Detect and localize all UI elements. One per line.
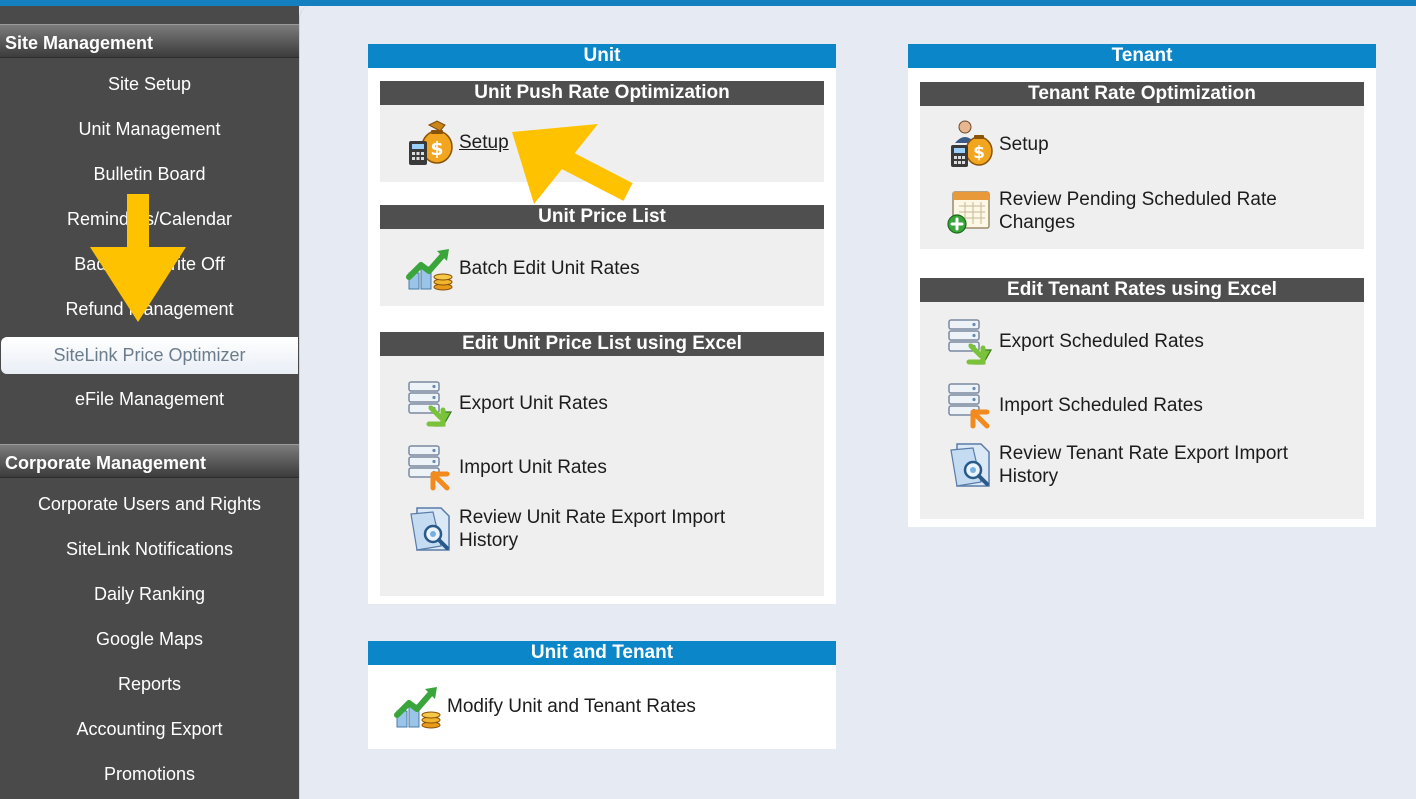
- corporate-management-header[interactable]: Corporate Management: [0, 444, 299, 478]
- unit-panel-title: Unit: [368, 44, 836, 68]
- sidebar-item-sitelink-price-optimizer[interactable]: SiteLink Price Optimizer: [1, 337, 298, 374]
- unit-and-tenant-title: Unit and Tenant: [368, 641, 836, 665]
- unit-excel-title: Edit Unit Price List using Excel: [380, 332, 824, 356]
- export-scheduled-rates-label: Export Scheduled Rates: [999, 330, 1204, 352]
- database-export-icon: [405, 378, 455, 428]
- review-document-icon: [945, 440, 995, 490]
- unit-push-rate-box: Unit Push Rate Optimization Setup: [380, 81, 824, 182]
- tenant-rate-optimization-box: Tenant Rate Optimization Setup Review Pe…: [920, 82, 1364, 249]
- sidebar-item-reminders-calendar[interactable]: Reminders/Calendar: [0, 197, 299, 242]
- chart-up-coins-icon: [393, 681, 443, 731]
- tenant-setup-label: Setup: [999, 133, 1049, 155]
- batch-edit-unit-rates-link[interactable]: Batch Edit Unit Rates: [405, 243, 640, 293]
- export-scheduled-rates-link[interactable]: Export Scheduled Rates: [945, 316, 1204, 366]
- sidebar-item-promotions[interactable]: Promotions: [0, 752, 299, 797]
- chart-up-coins-icon: [405, 243, 455, 293]
- export-unit-rates-link[interactable]: Export Unit Rates: [405, 378, 608, 428]
- review-tenant-rate-history-label: Review Tenant Rate Export Import History: [999, 443, 1289, 487]
- tenant-panel-title: Tenant: [908, 44, 1376, 68]
- import-scheduled-rates-label: Import Scheduled Rates: [999, 394, 1203, 416]
- import-scheduled-rates-link[interactable]: Import Scheduled Rates: [945, 380, 1203, 430]
- site-management-header[interactable]: Site Management: [0, 24, 299, 58]
- unit-price-list-box: Unit Price List Batch Edit Unit Rates: [380, 205, 824, 306]
- sidebar-item-accounting-export[interactable]: Accounting Export: [0, 707, 299, 752]
- tenant-setup-link[interactable]: Setup: [945, 119, 1049, 169]
- money-bag-calculator-icon: [405, 117, 455, 167]
- database-import-icon: [405, 442, 455, 492]
- sidebar-item-site-setup[interactable]: Site Setup: [0, 62, 299, 107]
- review-unit-rate-history-link[interactable]: Review Unit Rate Export Import History: [405, 504, 725, 554]
- database-import-icon: [945, 380, 995, 430]
- review-document-icon: [405, 504, 455, 554]
- tenant-excel-box: Edit Tenant Rates using Excel Export Sch…: [920, 278, 1364, 519]
- unit-push-rate-title: Unit Push Rate Optimization: [380, 81, 824, 105]
- tenant-excel-title: Edit Tenant Rates using Excel: [920, 278, 1364, 302]
- unit-push-setup-label: Setup: [459, 131, 509, 153]
- sidebar-item-bad-debt-write-off[interactable]: Bad Debt Write Off: [0, 242, 299, 287]
- review-pending-rate-changes-label: Review Pending Scheduled Rate Changes: [999, 189, 1277, 233]
- tenant-rate-optimization-title: Tenant Rate Optimization: [920, 82, 1364, 106]
- sidebar-item-sitelink-notifications[interactable]: SiteLink Notifications: [0, 527, 299, 572]
- batch-edit-unit-rates-label: Batch Edit Unit Rates: [459, 257, 640, 279]
- review-tenant-rate-history-link[interactable]: Review Tenant Rate Export Import History: [945, 440, 1288, 490]
- sidebar-item-reports[interactable]: Reports: [0, 662, 299, 707]
- sidebar-item-google-maps[interactable]: Google Maps: [0, 617, 299, 662]
- modify-unit-tenant-rates-link[interactable]: Modify Unit and Tenant Rates: [393, 681, 696, 731]
- sidebar-item-corporate-users-rights[interactable]: Corporate Users and Rights: [0, 482, 299, 527]
- unit-panel: Unit Unit Push Rate Optimization Setup U…: [368, 44, 836, 604]
- review-pending-rate-changes-link[interactable]: Review Pending Scheduled Rate Changes: [945, 186, 1277, 236]
- sidebar-item-daily-ranking[interactable]: Daily Ranking: [0, 572, 299, 617]
- modify-unit-tenant-rates-label: Modify Unit and Tenant Rates: [447, 695, 696, 717]
- import-unit-rates-label: Import Unit Rates: [459, 456, 607, 478]
- sidebar: Site Management Site Setup Unit Manageme…: [0, 6, 299, 799]
- unit-excel-box: Edit Unit Price List using Excel Export …: [380, 332, 824, 596]
- sidebar-item-refund-management[interactable]: Refund Management: [0, 287, 299, 332]
- unit-push-setup-link[interactable]: Setup: [405, 117, 509, 167]
- sidebar-item-efile-management[interactable]: eFile Management: [0, 377, 299, 422]
- unit-and-tenant-panel: Unit and Tenant Modify Unit and Tenant R…: [368, 641, 836, 749]
- export-unit-rates-label: Export Unit Rates: [459, 392, 608, 414]
- review-unit-rate-history-label: Review Unit Rate Export Import History: [459, 507, 726, 551]
- sidebar-item-unit-management[interactable]: Unit Management: [0, 107, 299, 152]
- person-money-bag-icon: [945, 119, 995, 169]
- database-export-icon: [945, 316, 995, 366]
- sidebar-item-bulletin-board[interactable]: Bulletin Board: [0, 152, 299, 197]
- calendar-add-icon: [945, 186, 995, 236]
- tenant-panel: Tenant Tenant Rate Optimization Setup Re…: [908, 44, 1376, 527]
- import-unit-rates-link[interactable]: Import Unit Rates: [405, 442, 607, 492]
- unit-price-list-title: Unit Price List: [380, 205, 824, 229]
